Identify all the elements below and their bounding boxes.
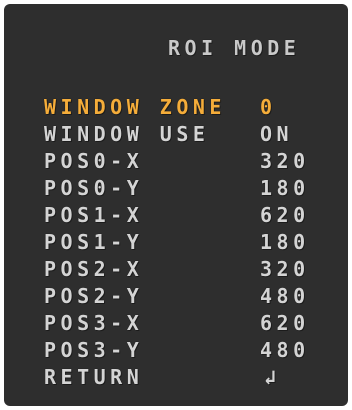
menu-item-value[interactable]: 480	[260, 283, 310, 310]
menu-item-pos2-y[interactable]: POS2-Y 480	[44, 283, 344, 310]
menu-item-label: POS3-Y	[44, 338, 144, 362]
menu-item-window-use[interactable]: WINDOW USE ON	[44, 121, 344, 148]
menu-item-return[interactable]: RETURN ↲	[44, 364, 344, 391]
menu-item-value[interactable]: ON	[260, 121, 293, 148]
menu-item-value[interactable]: 320	[260, 148, 310, 175]
menu-item-value[interactable]: 620	[260, 202, 310, 229]
menu-item-label: POS1-Y	[44, 230, 144, 254]
menu-item-value[interactable]: 0	[260, 94, 277, 121]
menu-item-value[interactable]: 480	[260, 337, 310, 364]
menu-item-label: POS1-X	[44, 203, 144, 227]
osd-screen: ROI MODE WINDOW ZONE 0 WINDOW USE ON POS…	[4, 4, 348, 406]
menu-item-value[interactable]: 620	[260, 310, 310, 337]
menu-item-label: POS3-X	[44, 311, 144, 335]
menu-item-value[interactable]: 180	[260, 229, 310, 256]
menu-item-label: POS0-X	[44, 149, 144, 173]
menu-item-window-zone[interactable]: WINDOW ZONE 0	[44, 94, 344, 121]
menu-item-pos3-x[interactable]: POS3-X 620	[44, 310, 344, 337]
enter-icon[interactable]: ↲	[264, 364, 276, 391]
menu-item-pos1-y[interactable]: POS1-Y 180	[44, 229, 344, 256]
menu-item-label: WINDOW ZONE	[44, 95, 226, 119]
menu-item-value[interactable]: 180	[260, 175, 310, 202]
menu-item-pos1-x[interactable]: POS1-X 620	[44, 202, 344, 229]
menu-item-pos3-y[interactable]: POS3-Y 480	[44, 337, 344, 364]
menu-item-value[interactable]: 320	[260, 256, 310, 283]
menu-item-pos0-y[interactable]: POS0-Y 180	[44, 175, 344, 202]
menu-item-pos0-x[interactable]: POS0-X 320	[44, 148, 344, 175]
menu-item-label: POS2-Y	[44, 284, 144, 308]
menu-title: ROI MODE	[168, 36, 301, 60]
osd-menu: WINDOW ZONE 0 WINDOW USE ON POS0-X 320 P…	[44, 94, 344, 391]
menu-item-label: RETURN	[44, 365, 144, 389]
menu-item-label: POS0-Y	[44, 176, 144, 200]
menu-item-label: WINDOW USE	[44, 122, 210, 146]
menu-item-label: POS2-X	[44, 257, 144, 281]
menu-item-pos2-x[interactable]: POS2-X 320	[44, 256, 344, 283]
